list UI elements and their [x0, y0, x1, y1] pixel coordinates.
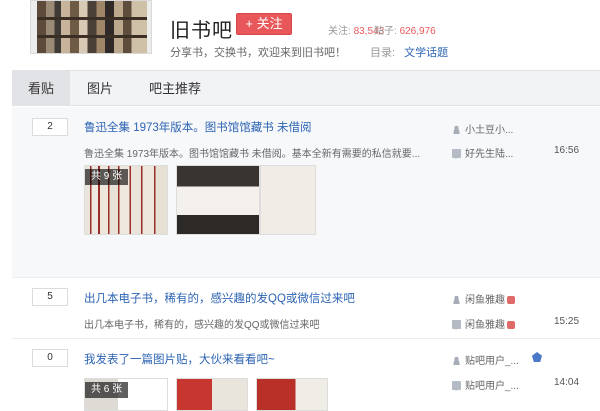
thread-image[interactable]: [260, 165, 316, 235]
reply-icon: [452, 381, 461, 391]
thread-author[interactable]: 闲鱼雅趣: [452, 291, 515, 306]
tab-recommended[interactable]: 吧主推荐: [136, 71, 214, 106]
thread-abstract: 鲁迅全集 1973年版本。图书馆馆藏书 未借阅。基本全新有需要的私信就要...: [84, 149, 421, 160]
forum-directory: 目录: 文学话题: [370, 44, 448, 60]
forum-avatar-image[interactable]: [30, 0, 152, 54]
shelf-divider: [37, 17, 147, 20]
forum-tabs: 看贴 图片 吧主推荐: [12, 70, 600, 106]
author-name: 闲鱼雅趣: [465, 295, 505, 306]
last-replier[interactable]: 贴吧用户_...: [452, 377, 519, 392]
shelf-divider: [37, 35, 147, 38]
reply-icon: [452, 320, 461, 330]
level-badge-icon: [532, 352, 542, 362]
image-count-badge: 共 6 张: [85, 382, 129, 398]
directory-link[interactable]: 文学话题: [404, 47, 448, 59]
post-count-label: 贴子:: [374, 26, 397, 37]
thread-item[interactable]: 5 出几本电子书，稀有的，感兴趣的发QQ或微信过来吧 出几本电子书，稀有的，感兴…: [12, 279, 600, 339]
tab-threads[interactable]: 看贴: [12, 71, 70, 106]
thread-image[interactable]: 共 9 张: [84, 165, 168, 235]
thread-image[interactable]: [176, 378, 248, 411]
thread-time: 15:25: [554, 316, 580, 327]
author-name: 小土豆小...: [465, 125, 514, 136]
post-stat: 贴子: 626,976: [374, 22, 436, 37]
thread-image[interactable]: [256, 378, 328, 411]
tab-pictures[interactable]: 图片: [76, 71, 124, 106]
reply-count: 0: [32, 349, 68, 367]
bookshelf-image: [37, 1, 147, 53]
directory-label: 目录:: [370, 47, 396, 59]
user-icon: [452, 356, 461, 365]
member-badge-icon: [507, 296, 515, 304]
reply-icon: [452, 149, 461, 159]
reply-count: 2: [32, 118, 68, 136]
reply-count: 5: [32, 288, 68, 306]
author-name: 贴吧用户_...: [465, 356, 519, 367]
image-count-badge: 共 9 张: [85, 169, 129, 185]
thread-item[interactable]: 2 鲁迅全集 1973年版本。图书馆馆藏书 未借阅 鲁迅全集 1973年版本。图…: [12, 107, 600, 278]
last-replier-name: 闲鱼雅趣: [465, 320, 505, 331]
last-replier-name: 贴吧用户_...: [465, 381, 519, 392]
member-badge-icon: [507, 321, 515, 329]
user-icon: [452, 295, 461, 304]
thread-image[interactable]: [176, 165, 260, 235]
forum-slogan: 分享书，交换书，欢迎来到旧书吧！: [170, 47, 346, 59]
last-replier-name: 好先生陆...: [465, 149, 514, 160]
thread-time: 16:56: [554, 145, 580, 156]
follow-count-label: 关注:: [328, 26, 351, 37]
thread-author[interactable]: 小土豆小...: [452, 121, 513, 136]
post-count: 626,976: [399, 26, 436, 37]
thread-image[interactable]: 共 6 张: [84, 378, 168, 411]
thread-title[interactable]: 鲁迅全集 1973年版本。图书馆馆藏书 未借阅: [84, 119, 311, 135]
user-icon: [452, 125, 461, 134]
forum-title[interactable]: 旧书吧: [170, 14, 233, 43]
last-replier[interactable]: 好先生陆...: [452, 145, 513, 160]
thread-author[interactable]: 贴吧用户_...: [452, 352, 519, 367]
thread-title[interactable]: 出几本电子书，稀有的，感兴趣的发QQ或微信过来吧: [84, 290, 355, 306]
last-replier[interactable]: 闲鱼雅趣: [452, 316, 515, 331]
thread-item[interactable]: 0 我发表了一篇图片贴，大伙来看看吧~ 贴吧用户_... 贴吧用户_... 14…: [12, 340, 600, 411]
forum-header: 旧书吧 + 关注 关注: 83,543 贴子: 626,976 分享书，交换书，…: [0, 0, 600, 70]
thread-title[interactable]: 我发表了一篇图片贴，大伙来看看吧~: [84, 351, 275, 367]
thread-time: 14:04: [554, 377, 580, 388]
thread-abstract: 出几本电子书，稀有的，感兴趣的发QQ或微信过来吧: [84, 320, 320, 331]
follow-button[interactable]: + 关注: [236, 13, 292, 35]
